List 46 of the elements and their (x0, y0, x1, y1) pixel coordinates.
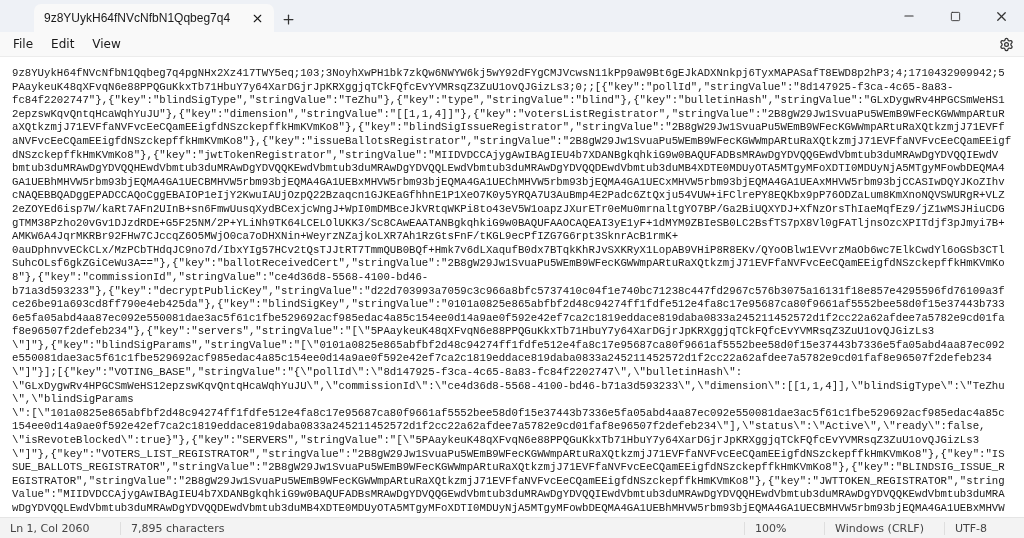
text-line: dNSzckepffkHmKVmKo8"},{"key":"jwtTokenRegistrator","stringValue":"MIIDVDCCAjygAwIBAgIEU4b7XDANBgkqhkiG9w0BAQUFADBsMRAwDgYDVQQGEwdVbmtub3duMRAwDgYDVQQIEwdV (12, 148, 1000, 163)
text-line: cNAQEBBQADggEPADCCAQoCggEBAIOP1eIjY2KwuIAUjOzpQ22Bzaqcn1GJKEaGfhhnE1P1XeO7K0y5YRQA7U3AuBmp4E2Padc6ZtQxju54VUW+iFClrePY8EQKbx9pP76ODZaLum8KmXnoNQVSWURgR+VLZ (12, 189, 1006, 203)
text-line: aXQtkzmjJ71EVFfaNVFvcEeCQamEEigfdNSzckepffkHmKVmKo8"},{"key":"blindSigIssueRegistrator","stringValue":"2B8gW29Jw1SvuaPu5WEmB9WFecKGWWmpARtuRaXQtkzmjJ71EVFf (12, 121, 1006, 135)
text-line: PAaykeuK48qXFvqN6e88PPQGuKkxTb71HbuY7y64XarDGjrJpKRXggjqTCkFQfcEvYVMRsqZ3ZuU1ovQJGizLs3;0;;[{"key":"pollId","stringValue":"8d147925-f3ca-4c65-8a83- (12, 80, 955, 95)
document-tab[interactable]: 9z8YUykH64fNVcNfbN1Qqbeg7q4 (34, 4, 274, 32)
zoom-level: 100% (744, 521, 824, 535)
text-line: 9z8YUykH64fNVcNfbN1Qqbeg7q4pgNHx2Xz417TWY5eq;103;3NoyhXwPH1bk7zkQw6NWYW6kj5wY92dFYgCMJVcwsN11kPp9aW9Bt6gEJkADXNnkpj6TyxMAPASafT8EWD8p2hP3;4;1710432909942;5 (12, 67, 1006, 81)
text-line: b71a3d593233"},{"key":"decryptPublicKey","stringValue":"d22d703993a7059c3c966a8bfc5737410c04f1e740bc71238c447fd2967c576b3075a16131f18e857e4295596fd76109a3f (12, 284, 1006, 299)
text-line: gTMM38Pzho20vGv1DJzdRDE+G5F25NM/2P+YLiNh9TK64LCELOlUKK3/Sc8CAwEAATANBgkqhkiG9w0BAQUFAAOCAQEAI3yE1yF+1dMYM9ZBIeSB0LC2BsfTS7pX8Vl0gFATljnsOzcXPITdjf3pJmyi7B+ (12, 216, 1006, 231)
character-count: 7,895 characters (120, 521, 250, 535)
text-line: \"]"},{"key":"blindSigParams","stringValue":"[\"0101a0825e865abfbf2d48c94274ff1fdfe512e4fa8c17e95687ca80f9661af5552bee58d0f15e37443b7336e5fa05abd4aa87ec092 (12, 338, 1006, 353)
text-line: \",\"blindSigParams (12, 393, 135, 407)
text-line: EGISTRATOR","stringValue":"2B8gW29Jw1SvuaPu5WEmB9WFecKGWWmpARtuRaXQtkzmjJ71EVFfaNVFvcEeCQamEEigfdNSzckepffkHmKVmKo8"},{"key":"JWTTOKEN_REGISTRATOR","string (12, 474, 1006, 489)
line-ending: Windows (CRLF) (824, 521, 944, 535)
menu-item[interactable]: File (4, 33, 43, 55)
text-line: Value":"MIIDVDCCAjygAwIBAgIEU4b7XDANBgkqhkiG9w0BAQUFADBsMRAwDgYDVQQGEwdVbmtub3duMRAwDgYDVQQIEwdVbmtub3duMRAwDgYDVQQHEwdVbmtub3duMRAwDgYDVQQKEwdVbmtub3duMRA (12, 488, 1006, 502)
text-line: 8"},{"key":"commissionId","stringValue":"ce4d36d8-5568-4100-bd46- (12, 270, 430, 285)
maximize-icon[interactable] (949, 10, 961, 22)
cursor-position: Ln 1, Col 2060 (9, 521, 91, 535)
menu-item[interactable]: View (83, 33, 130, 55)
text-line: aNVFvcEeCQamEEigfdNSzckepffkHmKVmKo8"},{"key":"issueBallotsRegistrator","stringValue":"2B8gW29Jw1SvuaPu5WEmB9WFecKGWWmpARtuRaXQtkzmjJ71EVFfaNVFvcEeCQamEEigf (12, 134, 1013, 149)
text-line: AMKW6A4JqrMKRBr92FHw7CJccqZ6O5MWjO0ca7oDHXNin+WeyrzNZajkoLXR7Ah1RzGtsFnF/tKGL9ecPfIZG7G6rpt3SknrAcB1rmK+ (12, 230, 680, 244)
text-line: fc84f2202747"},{"key":"blindSigType","stringValue":"TeZhu"},{"key":"type","stringValue":"blind"},{"key":"bulletinHash","stringValue":"GLxDygwRv4HPGCSmWeHS1 (12, 94, 1006, 108)
text-line: \"]"}];[{"key":"VOTING_BASE","stringValue":"{\"pollId\":\"8d147925-f3ca-4c65-8a83-fc84f2202747\",\"bulletinHash\": (12, 366, 744, 380)
settings-icon[interactable] (998, 36, 1014, 52)
text-line: SUE_BALLOTS_REGISTRATOR","stringValue":"2B8gW29Jw1SvuaPu5WEmB9WFecKGWWmpARtuRaXQtkzmjJ71EVFfaNVFvcEeCQamEEigfdNSzckepffkHmKVmKo8"},{"key":"BLINDSIG_ISSUE_R (12, 461, 1006, 475)
tab-title: 9z8YUykH64fNVcNfbN1Qqbeg7q4 (44, 11, 231, 25)
text-line: e550081dae3ac5f61c1fbe529692acf985edac4a85c154ee0d14a9ae0f592e42ef7ca2c1819eddace819daba0833a245211452572d1f2cc22a62afdee7a5782e9cd01faf8e96507f2defeb234 (12, 352, 993, 367)
text-line: SuhcOLsf6gkZGiCeWu3A=="},{"key":"ballotReceivedCert","stringValue":"2B8gW29Jw1SvuaPu5WEmB9WFecKGWWmpARtuRaXQtkzmjJ71EVFfaNVFvcEeCQamEEigfdNSzckepffkHmKVmKo (12, 257, 1006, 271)
text-line: 2epzswKqvQntqHcaWqhYuJU"},{"key":"dimension","stringValue":"[[1,1,4]]"},{"key":"votersListRegistrator","stringValue":"2B8gW29Jw1SvuaPu5WEmB9WFecKGWWmpARtuR (12, 107, 1006, 122)
text-line: \"isRevoteBlocked\":true}"},{"key":"SERVERS","stringValue":"[\"5PAaykeuK48qXFvqN6e88PPQGuKkxTb71HbuY7y64XarDGjrJpKRXggjqTCkFQfcEvYVMRsqZ3ZuU1ovQJGizLs3 (12, 434, 981, 448)
text-line: \"GLxDygwRv4HPGCSmWeHS12epzswKqvQntqHcaWqhYuJU\",\"commissionId\":\"ce4d36d8-5568-4100-bd46-b71a3d593233\",\"dimension\":[[1,1,4]],\"blindSigType\":\"TeZhu (12, 379, 1006, 394)
text-line: ce26be91a693cd8ff790e4eb425da"},{"key":"blindSigKey","stringValue":"0101a0825e865abfbf2d48c94274ff1fdfe512e4fa8c17e95687ca80f9661af5552bee58d0f15e37443b733 (12, 298, 1006, 312)
text-line: \"]"},{"key":"VOTERS_LIST_REGISTRATOR","stringValue":"2B8gW29Jw1SvuaPu5WEmB9WFecKGWWmpARtuRaXQtkzmjJ71EVFfaNVFvcEeCQamEEigfdNSzckepffkHmKVmKo8"},{"key":"IS (12, 447, 1006, 462)
text-line: 2eZOYEd6isp7W/kaRt7AFn2UInB+sn6FmwUusqXydBCexjcWngJ+WpI0mDMBceJkVRtqWKPi8to43eV5W1oapzJXurETr0eMu0mrnaltgYO7BP/Ga2BiUQXYDJ+XfNzOrsThIaeMqfEz9/jZ1wMSJHiuCDG (12, 202, 1006, 217)
text-line: \":[\"101a0825e865abfbf2d48c94274ff1fdfe512e4fa8c17e95687ca80f9661af5552bee58d0f15e37443b7336e5fa05abd4aa87ec092e550081dae3ac5f61c1fbe529692acf985edac4a85c (12, 406, 1006, 421)
new-tab-icon[interactable] (280, 11, 296, 27)
text-line: 0auDphnvvECkCLx/MzPCbTHdqJC9no7d/IbxYIg57HCv2tQsTJJtRT7TmmQUB0BQf+Hmk7v6dLXaqufB0dx7BTqkKhRJvSXKRyX1LopAB9VHiP8R8EKv/QYoOBlw1EVvrzMaOb6wc7ElkCwdYl6oGSb3CTl (12, 243, 1006, 258)
text-line: f8e96507f2defeb234"},{"key":"servers","stringValue":"[\"5PAaykeuK48qXFvqN6e88PPQGuKkxTb71HbuY7y64XarDGjrJpKRXggjqTCkFQfcEvYVMRsqZ3ZuU1ovQJGizLs3 (12, 325, 936, 339)
text-line: GA1UEBhMHVW5rbm93bjEQMA4GA1UECBMHVW5rbm93bjEQMA4GA1UEBxMHVW5rbm93bjEQMA4GA1UEChMHVW5rbm93bjEQMA4GA1UECxMHVW5rbm93bjEQMA4GA1UEAxMHVW5rbm93bjCCASIwDQYJKoZIhv (12, 175, 1006, 190)
menu-item[interactable]: Edit (42, 33, 84, 55)
text-line: 154ee0d14a9ae0f592e42ef7ca2c1819eddace819daba0833a245211452572d1f2cc22a62afdee7a5782e9cd01faf8e96507f2defeb234\"],\"status\":\"Active\",\"ready\":false, (12, 420, 987, 435)
text-line: wDgYDVQQLEwdVbmtub3duMRAwDgYDVQQDEwdVbmtub3duMB4XDTE0MDUyOTA5MTgyMFoXDTI0MDUyNjA5MTgyMFowbDEQMA4GA1UEBhMHVW5rbm93bjEQMA4GA1UECBMHVW5rbm93bjEQMA4GA1UEBxMHVW (12, 502, 1006, 516)
text-line: 6e5fa05abd4aa87ec092e550081dae3ac5f61c1fbe529692acf985edac4a85c154ee0d14a9ae0f592e42ef7ca2c1819eddace819daba0833a245211452572d1f2cc22a62afdee7a5782e9cd01fa (12, 311, 1006, 326)
text-line: bmtub3duMRAwDgYDVQQHEwdVbmtub3duMRAwDgYDVQQKEwdVbmtub3duMRAwDgYDVQQLEwdVbmtub3duMRAwDgYDVQQDEwdVbmtub3duMB4XDTE0MDUyOTA5MTgyMFoXDTI0MDUyNjA5MTgyMFowbDEQMA4 (12, 162, 1006, 176)
encoding: UTF-8 (944, 521, 1024, 535)
